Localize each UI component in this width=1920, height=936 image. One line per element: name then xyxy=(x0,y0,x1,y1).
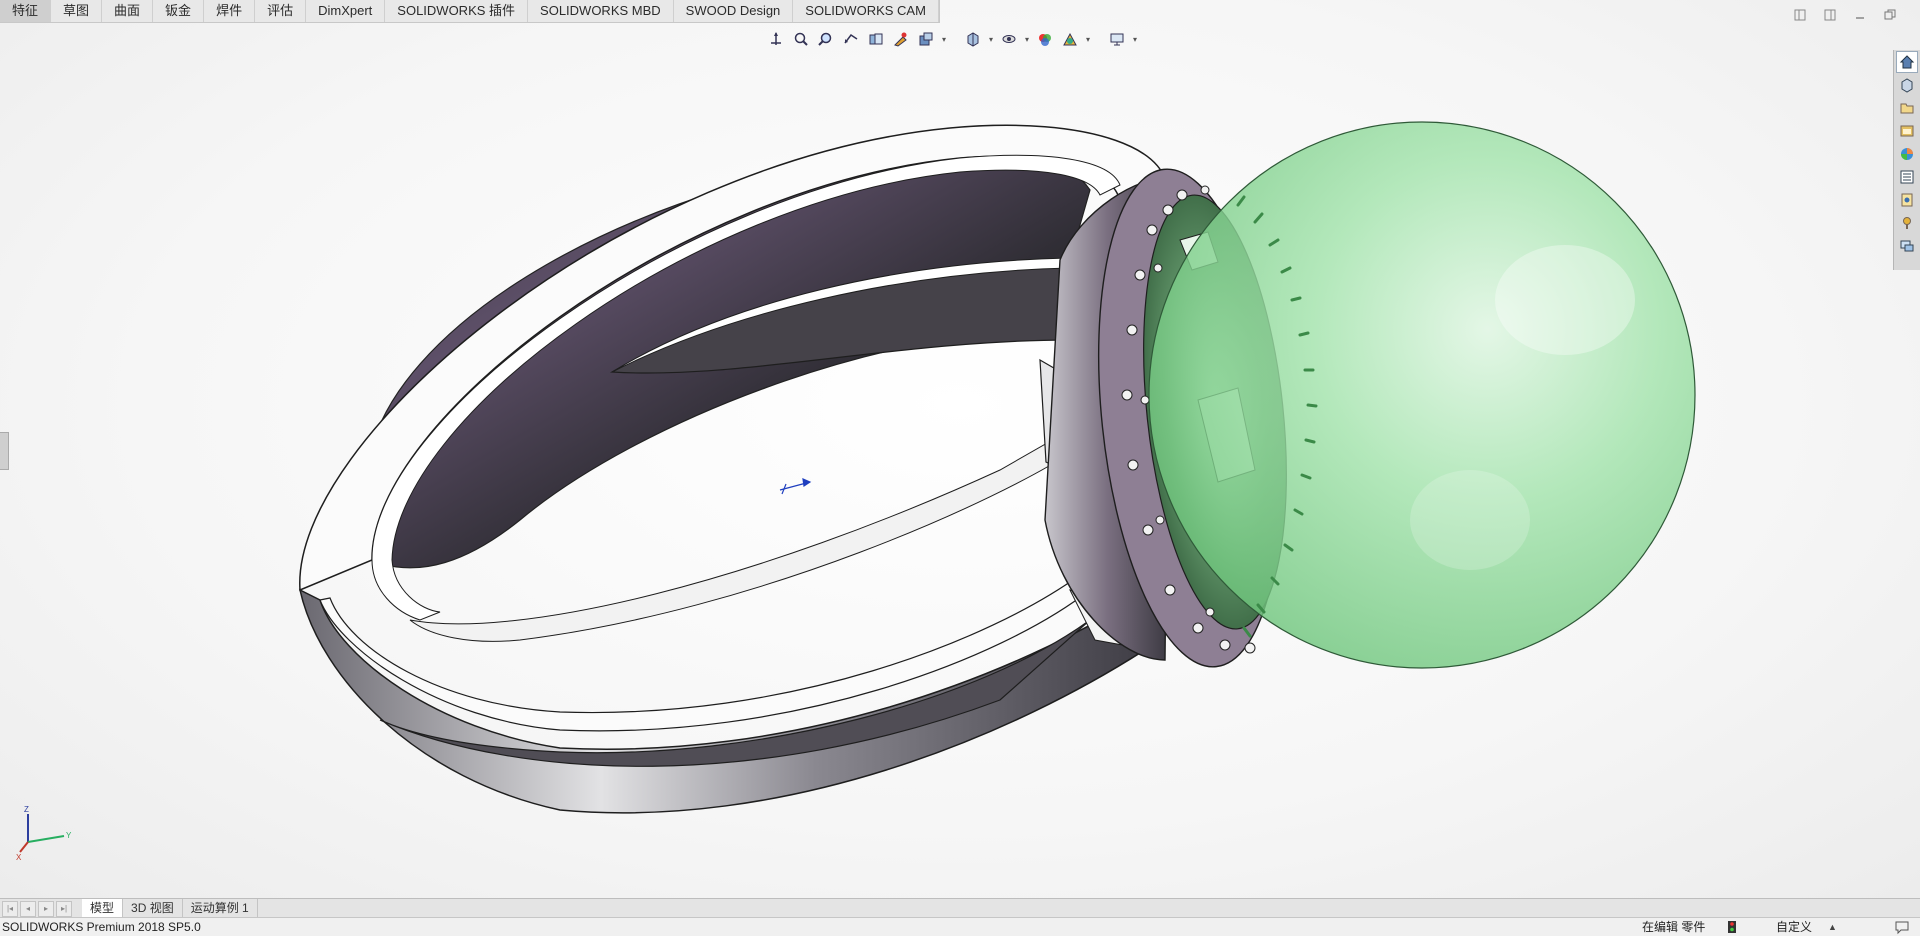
editing-status: 在编辑 零件 xyxy=(1642,920,1706,934)
tab-surfaces[interactable]: 曲面 xyxy=(102,0,154,22)
reference-triad[interactable]: Z Y X xyxy=(16,800,76,860)
tile-right-icon[interactable] xyxy=(1822,8,1838,22)
product-version: SOLIDWORKS Premium 2018 SP5.0 xyxy=(2,920,201,934)
solidworks-forum-icon[interactable] xyxy=(1897,213,1917,233)
tab-sheet-metal[interactable]: 钣金 xyxy=(153,0,205,22)
tab-model[interactable]: 模型 xyxy=(82,899,124,918)
dynamic-annotation-icon[interactable] xyxy=(890,28,912,50)
model-view-tabs: |◂ ◂ ▸ ▸| 模型 3D 视图 运动算例 1 xyxy=(0,898,1920,918)
edit-appearance-icon[interactable] xyxy=(1034,28,1056,50)
display-dropdown-icon[interactable]: ▾ xyxy=(1131,28,1139,50)
display-style-icon[interactable] xyxy=(962,28,984,50)
tab-sketch[interactable]: 草图 xyxy=(51,0,103,22)
design-library-icon[interactable] xyxy=(1897,98,1917,118)
gem-sphere xyxy=(1148,121,1696,669)
next-tab-arrow-icon[interactable]: ▸ xyxy=(38,900,54,917)
previous-tab-arrow-icon[interactable]: ◂ xyxy=(20,900,36,917)
display-style-dropdown-icon[interactable]: ▾ xyxy=(987,28,995,50)
gem-highlight xyxy=(1495,245,1635,355)
hide-show-dropdown-icon[interactable]: ▾ xyxy=(1023,28,1031,50)
solidworks-search-icon[interactable] xyxy=(1897,236,1917,256)
file-explorer-icon[interactable] xyxy=(1897,121,1917,141)
tab-solidworks-mbd[interactable]: SOLIDWORKS MBD xyxy=(528,0,674,22)
heads-up-view-toolbar: ▾ ▾ ▾ ▾ ▾ xyxy=(765,27,1139,51)
view-orientation-icon[interactable] xyxy=(765,28,787,50)
tab-solidworks-addins[interactable]: SOLIDWORKS 插件 xyxy=(385,0,529,22)
tab-solidworks-cam[interactable]: SOLIDWORKS CAM xyxy=(793,0,939,22)
feature-manager-collapse-handle[interactable] xyxy=(0,432,9,470)
hide-show-items-icon[interactable] xyxy=(998,28,1020,50)
rebuild-status-icon[interactable] xyxy=(1728,921,1736,933)
tab-evaluate[interactable]: 评估 xyxy=(255,0,307,22)
minimize-icon[interactable] xyxy=(1852,8,1868,22)
zoom-to-area-icon[interactable] xyxy=(815,28,837,50)
unit-system-arrow-icon[interactable]: ▲ xyxy=(1828,918,1837,936)
triad-x-label: X xyxy=(16,853,22,860)
task-pane-tabs xyxy=(1893,50,1920,270)
ring-model-view[interactable] xyxy=(0,0,1920,898)
last-tab-arrow-icon[interactable]: ▸| xyxy=(56,900,72,917)
home-icon[interactable] xyxy=(1896,51,1918,73)
tab-3d-views[interactable]: 3D 视图 xyxy=(123,899,183,918)
tab-swood-design[interactable]: SWOOD Design xyxy=(674,0,794,22)
custom-properties-icon[interactable] xyxy=(1897,190,1917,210)
unit-system[interactable]: 自定义 xyxy=(1776,918,1812,936)
restore-icon[interactable] xyxy=(1882,8,1898,22)
apply-scene-icon[interactable] xyxy=(1059,28,1081,50)
triad-y-label: Y xyxy=(66,831,72,840)
graphics-area[interactable]: Z Y X xyxy=(0,0,1920,898)
first-tab-arrow-icon[interactable]: |◂ xyxy=(2,900,18,917)
triad-z-label: Z xyxy=(24,805,29,814)
tab-weldments[interactable]: 焊件 xyxy=(204,0,256,22)
zoom-to-fit-icon[interactable] xyxy=(790,28,812,50)
status-bar: SOLIDWORKS Premium 2018 SP5.0 在编辑 零件 自定义… xyxy=(0,917,1920,936)
gem-highlight-lower xyxy=(1410,470,1530,570)
appearances-scenes-icon[interactable] xyxy=(1897,167,1917,187)
section-view-icon[interactable] xyxy=(865,28,887,50)
view-palette-icon[interactable] xyxy=(1897,144,1917,164)
help-bubble-icon[interactable] xyxy=(1894,919,1910,935)
previous-view-icon[interactable] xyxy=(840,28,862,50)
tab-motion-study-1[interactable]: 运动算例 1 xyxy=(183,899,258,918)
view-settings-icon[interactable] xyxy=(915,28,937,50)
solidworks-resources-icon[interactable] xyxy=(1897,75,1917,95)
view-settings-display-icon[interactable] xyxy=(1106,28,1128,50)
apply-scene-dropdown-icon[interactable]: ▾ xyxy=(1084,28,1092,50)
tab-features[interactable]: 特征 xyxy=(0,0,52,22)
document-window-controls xyxy=(1792,8,1898,22)
command-manager-tabs: 特征 草图 曲面 钣金 焊件 评估 DimXpert SOLIDWORKS 插件… xyxy=(0,0,940,23)
origin-marker xyxy=(779,478,812,495)
tile-left-icon[interactable] xyxy=(1792,8,1808,22)
view-settings-dropdown-icon[interactable]: ▾ xyxy=(940,28,948,50)
tab-dimxpert[interactable]: DimXpert xyxy=(306,0,386,22)
